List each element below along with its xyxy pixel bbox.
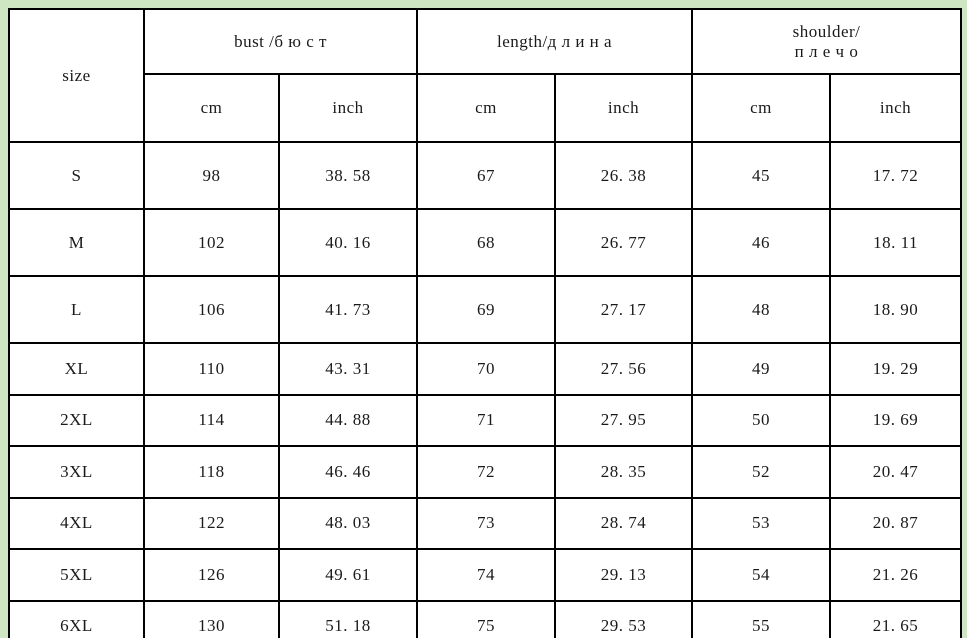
cell-bust-cm: 126: [143, 548, 280, 602]
cell-length-cm: 71: [416, 393, 557, 447]
cell-size: 5XL: [8, 548, 145, 602]
cell-shoulder-cm: 49: [691, 342, 832, 396]
cell-length-cm: 74: [416, 548, 557, 602]
cell-shoulder-cm: 52: [691, 445, 832, 499]
cell-shoulder-inch: 18. 90: [829, 275, 963, 344]
cell-size: L: [8, 275, 145, 344]
cell-length-inch: 29. 13: [554, 548, 694, 602]
cell-bust-cm: 114: [143, 393, 280, 447]
unit-header-bust-cm: cm: [143, 73, 280, 143]
unit-header-length-cm: cm: [416, 73, 557, 143]
cell-shoulder-cm: 55: [691, 599, 832, 638]
unit-header-shoulder-cm: cm: [691, 73, 832, 143]
column-group-bust: bust /б ю с т: [142, 8, 419, 75]
header-unit-row: cm inch cm inch cm inch: [9, 73, 963, 143]
unit-header-bust-inch: inch: [277, 73, 419, 143]
cell-bust-inch: 43. 31: [277, 342, 419, 396]
column-group-shoulder-line2: п л е ч о: [794, 41, 859, 61]
cell-length-inch: 28. 35: [554, 445, 694, 499]
cell-bust-inch: 38. 58: [277, 141, 419, 210]
cell-length-inch: 26. 38: [554, 141, 694, 210]
table-row: 6XL 130 51. 18 75 29. 53 55 21. 65: [8, 599, 963, 638]
cell-size: S: [8, 141, 145, 210]
cell-shoulder-cm: 46: [691, 208, 832, 277]
column-group-length: length/д л и н а: [416, 8, 694, 75]
column-header-size: size: [8, 8, 145, 143]
cell-bust-cm: 102: [143, 208, 280, 277]
cell-length-cm: 70: [416, 342, 557, 396]
cell-shoulder-inch: 17. 72: [829, 141, 963, 210]
cell-shoulder-inch: 20. 47: [829, 445, 963, 499]
cell-length-cm: 67: [416, 141, 557, 210]
cell-bust-inch: 51. 18: [277, 599, 419, 638]
cell-length-cm: 72: [416, 445, 557, 499]
unit-header-shoulder-inch: inch: [829, 73, 963, 143]
cell-shoulder-cm: 54: [691, 548, 832, 602]
cell-bust-inch: 41. 73: [277, 275, 419, 344]
cell-shoulder-cm: 45: [691, 141, 832, 210]
cell-bust-cm: 122: [143, 496, 280, 550]
cell-length-cm: 68: [416, 208, 557, 277]
size-chart-table: size bust /б ю с т length/д л и н а shou…: [8, 8, 963, 638]
cell-bust-inch: 48. 03: [277, 496, 419, 550]
cell-length-cm: 75: [416, 599, 557, 638]
cell-shoulder-inch: 19. 29: [829, 342, 963, 396]
table-body: S 98 38. 58 67 26. 38 45 17. 72 M 102 40…: [8, 141, 963, 638]
cell-length-inch: 27. 17: [554, 275, 694, 344]
cell-bust-inch: 44. 88: [277, 393, 419, 447]
cell-size: 6XL: [8, 599, 145, 638]
cell-shoulder-inch: 20. 87: [829, 496, 963, 550]
cell-size: M: [8, 208, 145, 277]
cell-bust-inch: 40. 16: [277, 208, 419, 277]
column-group-shoulder: shoulder/ п л е ч о: [691, 8, 963, 75]
cell-size: XL: [8, 342, 145, 396]
cell-length-inch: 28. 74: [554, 496, 694, 550]
cell-bust-cm: 110: [143, 342, 280, 396]
column-group-shoulder-line1: shoulder/: [792, 21, 861, 41]
cell-size: 4XL: [8, 496, 145, 550]
table-row: XL 110 43. 31 70 27. 56 49 19. 29: [8, 342, 963, 396]
cell-bust-inch: 46. 46: [277, 445, 419, 499]
cell-shoulder-inch: 18. 11: [829, 208, 963, 277]
cell-bust-cm: 118: [143, 445, 280, 499]
cell-shoulder-cm: 48: [691, 275, 832, 344]
page-background: size bust /б ю с т length/д л и н а shou…: [0, 0, 967, 638]
cell-length-inch: 26. 77: [554, 208, 694, 277]
cell-length-inch: 27. 56: [554, 342, 694, 396]
table-row: 5XL 126 49. 61 74 29. 13 54 21. 26: [8, 548, 963, 602]
cell-bust-cm: 106: [143, 275, 280, 344]
unit-header-length-inch: inch: [554, 73, 694, 143]
table-row: 4XL 122 48. 03 73 28. 74 53 20. 87: [8, 496, 963, 550]
table-row: 3XL 118 46. 46 72 28. 35 52 20. 47: [8, 445, 963, 499]
cell-size: 3XL: [8, 445, 145, 499]
cell-bust-cm: 130: [143, 599, 280, 638]
cell-shoulder-inch: 21. 65: [829, 599, 963, 638]
cell-shoulder-cm: 53: [691, 496, 832, 550]
header-group-row: size bust /б ю с т length/д л и н а shou…: [8, 8, 963, 143]
cell-size: 2XL: [8, 393, 145, 447]
cell-length-cm: 73: [416, 496, 557, 550]
cell-length-inch: 27. 95: [554, 393, 694, 447]
cell-shoulder-cm: 50: [691, 393, 832, 447]
table-row: M 102 40. 16 68 26. 77 46 18. 11: [8, 208, 963, 277]
size-chart-container: size bust /б ю с т length/д л и н а shou…: [8, 8, 963, 638]
table-row: S 98 38. 58 67 26. 38 45 17. 72: [8, 141, 963, 210]
cell-length-cm: 69: [416, 275, 557, 344]
cell-bust-inch: 49. 61: [277, 548, 419, 602]
cell-shoulder-inch: 21. 26: [829, 548, 963, 602]
cell-length-inch: 29. 53: [554, 599, 694, 638]
cell-bust-cm: 98: [143, 141, 280, 210]
cell-shoulder-inch: 19. 69: [829, 393, 963, 447]
table-row: L 106 41. 73 69 27. 17 48 18. 90: [8, 275, 963, 344]
table-header: size bust /б ю с т length/д л и н а shou…: [8, 8, 963, 143]
table-row: 2XL 114 44. 88 71 27. 95 50 19. 69: [8, 393, 963, 447]
